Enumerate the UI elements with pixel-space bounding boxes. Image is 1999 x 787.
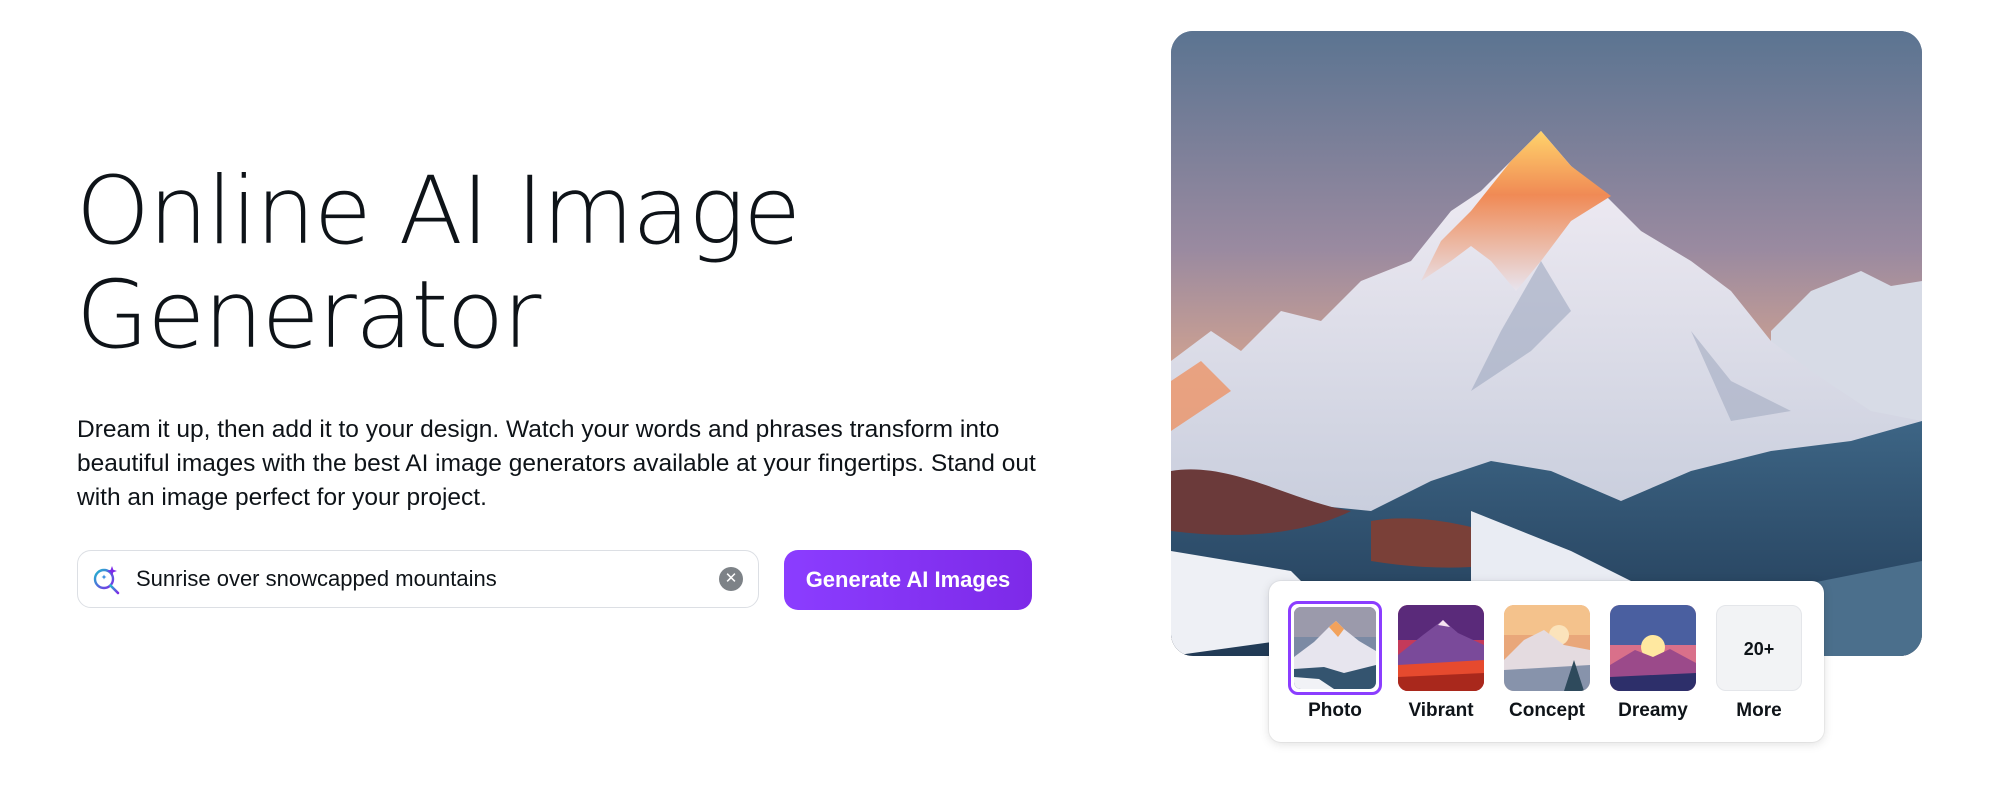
style-label-dreamy: Dreamy	[1618, 700, 1688, 721]
more-count-badge: 20+	[1716, 605, 1802, 691]
style-label-photo: Photo	[1308, 700, 1362, 721]
style-option-vibrant[interactable]: Vibrant	[1391, 605, 1491, 725]
thumb-vibrant	[1398, 605, 1484, 691]
thumb-dreamy	[1610, 605, 1696, 691]
generate-ai-images-button[interactable]: Generate AI Images	[784, 550, 1032, 610]
concept-thumb-image	[1504, 605, 1590, 691]
prompt-input[interactable]	[136, 561, 696, 597]
style-label-more: More	[1736, 700, 1782, 721]
hero-mountain-image	[1171, 31, 1922, 656]
ai-search-sparkle-icon	[93, 566, 120, 595]
thumb-concept	[1504, 605, 1590, 691]
prompt-field[interactable]: ✕	[77, 550, 759, 608]
page-title: Online AI Image Generator	[76, 157, 801, 370]
dreamy-thumb-image	[1610, 605, 1696, 691]
style-option-concept[interactable]: Concept	[1497, 605, 1597, 725]
style-option-dreamy[interactable]: Dreamy	[1603, 605, 1703, 725]
style-picker: Photo Vibrant Concept Dreamy 20+ More	[1269, 581, 1824, 742]
style-option-photo[interactable]: Photo	[1285, 601, 1385, 725]
photo-thumb-image	[1294, 607, 1376, 689]
style-label-vibrant: Vibrant	[1408, 700, 1474, 721]
thumb-photo	[1288, 601, 1382, 695]
clear-x-icon[interactable]: ✕	[719, 567, 743, 591]
title-line-1: Online AI Image	[76, 157, 801, 266]
style-option-more[interactable]: 20+ More	[1709, 605, 1809, 725]
page: Online AI Image Generator Dream it up, t…	[0, 0, 1999, 787]
vibrant-thumb-image	[1398, 605, 1484, 691]
hero-description: Dream it up, then add it to your design.…	[77, 416, 1036, 511]
style-label-concept: Concept	[1509, 700, 1585, 721]
title-line-2: Generator	[76, 261, 541, 370]
mountain-illustration	[1171, 31, 1922, 656]
nav-fragment	[262, 0, 302, 2]
